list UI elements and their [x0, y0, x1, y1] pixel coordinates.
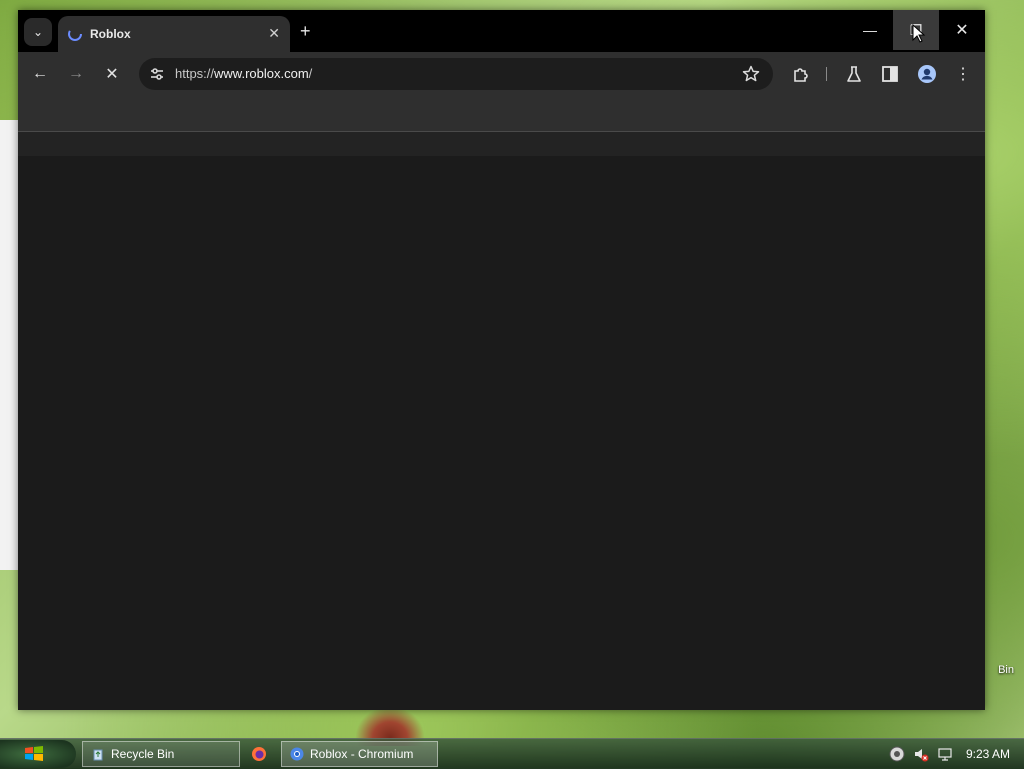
toolbar-divider	[826, 67, 827, 81]
navigation-toolbar: ← → ✕ https://www.roblox.com/ ⋮	[18, 52, 985, 96]
stop-icon[interactable]: ✕	[101, 63, 123, 85]
desktop-recycle-bin-label[interactable]: Bin	[998, 664, 1014, 676]
mouse-pointer-icon	[912, 24, 926, 43]
url-scheme: https://	[175, 66, 215, 81]
taskbar-item-chromium[interactable]: Roblox - Chromium	[281, 741, 438, 767]
roblox-favicon	[68, 27, 82, 41]
minimize-icon[interactable]: —	[847, 10, 893, 50]
kebab-menu-icon[interactable]: ⋮	[952, 63, 974, 85]
bookmarks-bar	[18, 96, 985, 132]
bookmark-star-icon[interactable]	[741, 64, 761, 84]
address-bar[interactable]: https://www.roblox.com/	[139, 58, 773, 90]
profile-icon[interactable]	[916, 63, 938, 85]
close-icon[interactable]: ✕	[268, 25, 280, 42]
labs-flask-icon[interactable]	[843, 63, 865, 85]
taskbar-item-recycle-bin[interactable]: Recycle Bin	[82, 741, 240, 767]
extensions-icon[interactable]	[790, 63, 812, 85]
tray-network-icon[interactable]	[889, 746, 905, 762]
recycle-bin-icon	[93, 749, 103, 761]
close-window-icon[interactable]: ✕	[939, 10, 985, 50]
taskbar-item-label: Roblox - Chromium	[310, 747, 414, 761]
plus-icon[interactable]: +	[300, 22, 311, 40]
url-path: /	[308, 66, 313, 81]
taskbar-item-label: Recycle Bin	[111, 747, 175, 761]
volume-muted-icon[interactable]	[913, 746, 929, 762]
back-arrow-icon[interactable]: ←	[29, 63, 51, 85]
taskbar: Recycle Bin Roblox - Chromium 9:23 AM	[0, 738, 1024, 769]
url-host: www.roblox.com	[214, 66, 309, 81]
firefox-icon[interactable]	[251, 746, 267, 762]
forward-arrow-icon[interactable]: →	[65, 63, 87, 85]
page-content[interactable]	[18, 156, 985, 710]
url-text[interactable]: https://www.roblox.com/	[175, 66, 312, 81]
tab-search-icon[interactable]: ⌄	[24, 18, 52, 46]
site-info-icon[interactable]	[147, 64, 167, 84]
taskbar-clock[interactable]: 9:23 AM	[966, 747, 1010, 761]
browser-window: ⌄ Roblox ✕ + — ❐ ✕ ← → ✕ https://www.rob…	[18, 10, 985, 710]
tab-title: Roblox	[90, 27, 131, 41]
side-panel-icon[interactable]	[879, 63, 901, 85]
windows-start-icon	[25, 746, 43, 761]
start-button[interactable]	[0, 740, 76, 768]
tab-roblox[interactable]: Roblox ✕	[58, 16, 290, 52]
title-bar: ⌄ Roblox ✕ + — ❐ ✕	[18, 10, 985, 52]
loading-strip	[18, 132, 985, 156]
action-center-icon[interactable]	[937, 746, 953, 762]
background-window-edge	[0, 120, 18, 570]
chromium-icon	[290, 747, 304, 761]
